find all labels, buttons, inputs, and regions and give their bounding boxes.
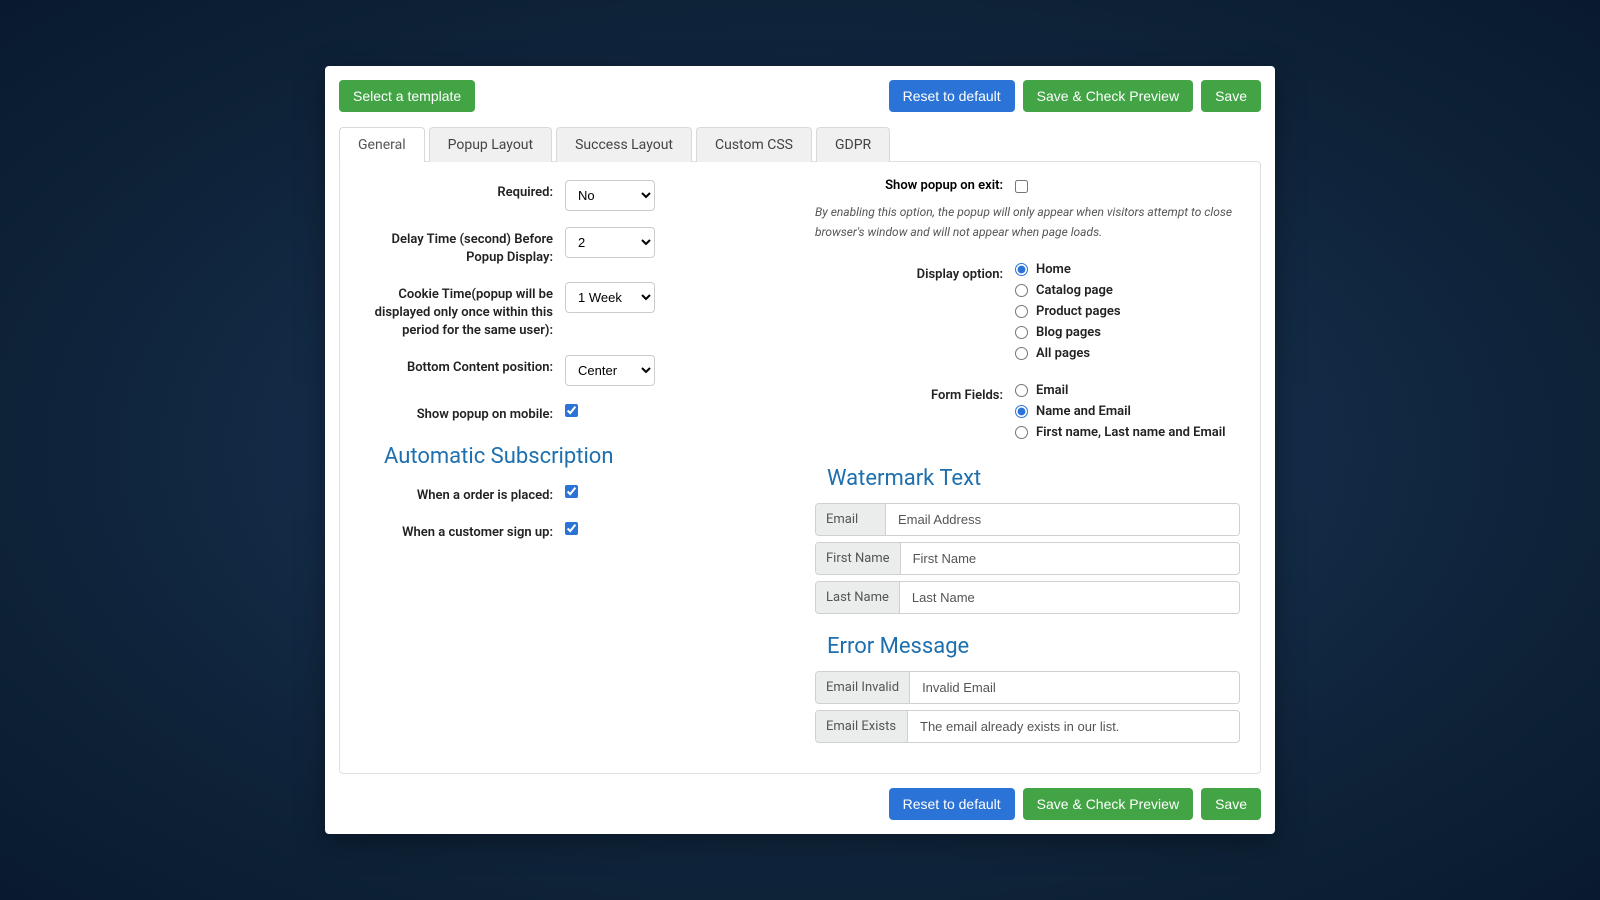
bottom-right-buttons: Reset to default Save & Check Preview Sa…: [889, 788, 1261, 820]
errmsg-exists-group: Email Exists: [815, 710, 1240, 743]
order-placed-label: When a order is placed:: [360, 481, 565, 505]
show-mobile-checkbox[interactable]: [565, 404, 578, 417]
radio-ff-name-email[interactable]: [1015, 405, 1028, 418]
form-field-first-last-email[interactable]: First name, Last name and Email: [1015, 425, 1240, 440]
save-preview-button-bottom[interactable]: Save & Check Preview: [1023, 788, 1193, 820]
tab-content: Required: No Delay Time (second) Before …: [339, 161, 1261, 773]
show-exit-help: By enabling this option, the popup will …: [815, 203, 1240, 241]
radio-catalog-label: Catalog page: [1036, 283, 1113, 298]
errmsg-invalid-group: Email Invalid: [815, 671, 1240, 704]
top-right-buttons: Reset to default Save & Check Preview Sa…: [889, 80, 1261, 112]
form-field-email[interactable]: Email: [1015, 383, 1240, 398]
required-row: Required: No: [360, 178, 785, 211]
watermark-last-group: Last Name: [815, 581, 1240, 614]
display-option-product[interactable]: Product pages: [1015, 304, 1240, 319]
settings-card: Select a template Reset to default Save …: [325, 66, 1275, 833]
display-option-all[interactable]: All pages: [1015, 346, 1240, 361]
radio-ff-email[interactable]: [1015, 384, 1028, 397]
signup-checkbox[interactable]: [565, 522, 578, 535]
watermark-first-label: First Name: [816, 543, 901, 574]
form-fields-row: Form Fields: Email Name and Email First …: [815, 381, 1240, 446]
tab-popup-layout[interactable]: Popup Layout: [429, 127, 553, 162]
show-mobile-label: Show popup on mobile:: [360, 400, 565, 424]
errmsg-invalid-label: Email Invalid: [816, 672, 910, 703]
cookie-select[interactable]: 1 Week: [565, 282, 655, 313]
errmsg-exists-input[interactable]: [908, 711, 1239, 742]
radio-ff-fle-label: First name, Last name and Email: [1036, 425, 1226, 440]
delay-select[interactable]: 2: [565, 227, 655, 258]
signup-row: When a customer sign up:: [360, 518, 785, 542]
display-option-catalog[interactable]: Catalog page: [1015, 283, 1240, 298]
auto-subscription-title: Automatic Subscription: [384, 444, 785, 469]
watermark-first-input[interactable]: [901, 543, 1239, 574]
display-option-blog[interactable]: Blog pages: [1015, 325, 1240, 340]
right-column: Show popup on exit: By enabling this opt…: [815, 178, 1240, 748]
errmsg-title: Error Message: [827, 634, 1240, 659]
radio-home-label: Home: [1036, 262, 1071, 277]
required-select[interactable]: No: [565, 180, 655, 211]
reset-default-button-bottom[interactable]: Reset to default: [889, 788, 1015, 820]
save-button[interactable]: Save: [1201, 80, 1261, 112]
tab-bar: General Popup Layout Success Layout Cust…: [339, 126, 1261, 161]
save-button-bottom[interactable]: Save: [1201, 788, 1261, 820]
radio-all[interactable]: [1015, 347, 1028, 360]
signup-label: When a customer sign up:: [360, 518, 565, 542]
radio-product-label: Product pages: [1036, 304, 1121, 319]
watermark-email-group: Email: [815, 503, 1240, 536]
order-placed-checkbox[interactable]: [565, 485, 578, 498]
tab-success-layout[interactable]: Success Layout: [556, 127, 692, 162]
radio-all-label: All pages: [1036, 346, 1090, 361]
order-placed-row: When a order is placed:: [360, 481, 785, 505]
bottom-pos-select[interactable]: Center: [565, 355, 655, 386]
errmsg-exists-label: Email Exists: [816, 711, 908, 742]
tab-gdpr[interactable]: GDPR: [816, 127, 890, 162]
tab-custom-css[interactable]: Custom CSS: [696, 127, 812, 162]
form-fields-label: Form Fields:: [815, 381, 1015, 405]
radio-ff-fle[interactable]: [1015, 426, 1028, 439]
tab-general[interactable]: General: [339, 127, 425, 162]
form-field-name-email[interactable]: Name and Email: [1015, 404, 1240, 419]
display-option-home[interactable]: Home: [1015, 262, 1240, 277]
radio-product[interactable]: [1015, 305, 1028, 318]
display-option-label: Display option:: [815, 260, 1015, 284]
show-exit-label: Show popup on exit:: [815, 178, 1015, 193]
show-exit-checkbox[interactable]: [1015, 180, 1028, 193]
watermark-email-label: Email: [816, 504, 886, 535]
radio-home[interactable]: [1015, 263, 1028, 276]
radio-blog[interactable]: [1015, 326, 1028, 339]
cookie-row: Cookie Time(popup will be displayed only…: [360, 280, 785, 339]
delay-label: Delay Time (second) Before Popup Display…: [360, 225, 565, 266]
delay-row: Delay Time (second) Before Popup Display…: [360, 225, 785, 266]
show-exit-row: Show popup on exit:: [815, 178, 1240, 197]
bottom-action-bar: Reset to default Save & Check Preview Sa…: [339, 788, 1261, 820]
radio-ff-name-email-label: Name and Email: [1036, 404, 1131, 419]
top-action-bar: Select a template Reset to default Save …: [339, 80, 1261, 112]
cookie-label: Cookie Time(popup will be displayed only…: [360, 280, 565, 339]
reset-default-button[interactable]: Reset to default: [889, 80, 1015, 112]
display-option-row: Display option: Home Catalog page Produc…: [815, 260, 1240, 367]
show-mobile-row: Show popup on mobile:: [360, 400, 785, 424]
radio-catalog[interactable]: [1015, 284, 1028, 297]
required-label: Required:: [360, 178, 565, 202]
left-column: Required: No Delay Time (second) Before …: [360, 178, 785, 748]
radio-blog-label: Blog pages: [1036, 325, 1101, 340]
watermark-last-input[interactable]: [900, 582, 1239, 613]
bottom-pos-label: Bottom Content position:: [360, 353, 565, 377]
watermark-email-input[interactable]: [886, 504, 1239, 535]
save-preview-button[interactable]: Save & Check Preview: [1023, 80, 1193, 112]
watermark-last-label: Last Name: [816, 582, 900, 613]
errmsg-invalid-input[interactable]: [910, 672, 1239, 703]
select-template-button[interactable]: Select a template: [339, 80, 475, 112]
watermark-title: Watermark Text: [827, 466, 1240, 491]
watermark-first-group: First Name: [815, 542, 1240, 575]
bottom-pos-row: Bottom Content position: Center: [360, 353, 785, 386]
radio-ff-email-label: Email: [1036, 383, 1068, 398]
